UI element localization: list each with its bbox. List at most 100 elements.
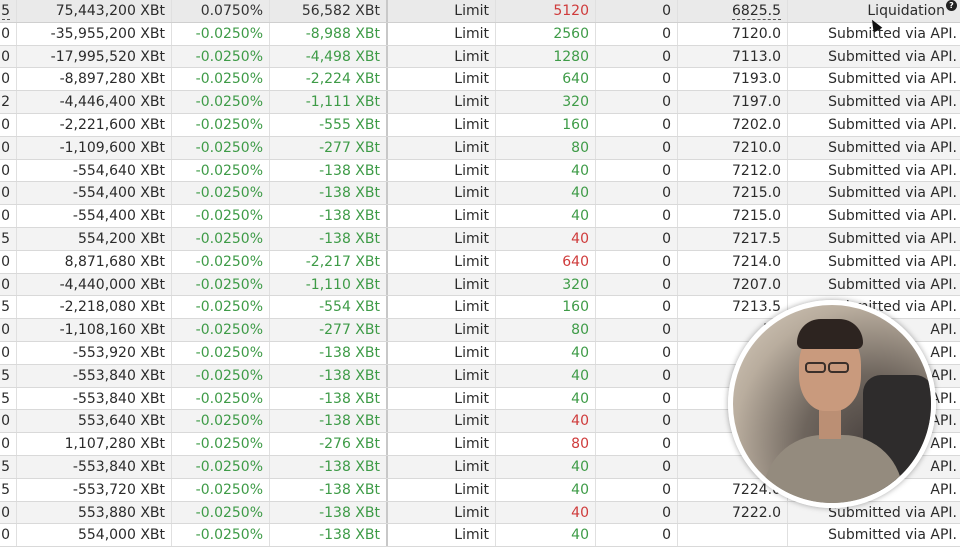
cell-quantity: 80: [496, 319, 596, 341]
cell-filled-text: 0: [662, 3, 671, 19]
cell-filled-text: 0: [662, 458, 671, 475]
cell-order-type-text: Limit: [454, 322, 489, 339]
cell-fee-rate: -0.0250%: [172, 319, 270, 341]
cell-fee-rate: -0.0250%: [172, 501, 270, 524]
cell-filled-text: 0: [662, 71, 671, 88]
cell-quantity: 160: [496, 113, 596, 136]
cell-fee-rate-text: -0.0250%: [195, 458, 263, 475]
cell-price: 7214.0: [678, 250, 788, 273]
table-row[interactable]: .0 -17,995,520 XBt -0.0250% -4,498 XBt Limit…: [0, 45, 960, 69]
cell-price-fragment: .5: [0, 478, 17, 501]
cell-value: -35,955,200 XBt: [17, 22, 172, 45]
cell-quantity-text: 40: [571, 230, 589, 247]
cell-fee-rate: -0.0250%: [172, 387, 270, 410]
cell-fee: -138 XBt: [270, 205, 388, 227]
cell-order-type-text: Limit: [454, 3, 489, 19]
cell-fee-rate-text: -0.0250%: [195, 367, 263, 384]
cell-fee-text: -138 XBt: [319, 185, 380, 202]
cell-text-text: Submitted via API.: [828, 276, 957, 293]
cell-price-text: 7202.0: [732, 116, 781, 133]
cell-text-text: Submitted via API.: [828, 139, 957, 156]
table-row[interactable]: .0 -554,400 XBt -0.0250% -138 XBt Limit 40 0 72…: [0, 205, 960, 228]
cell-fee-rate-text: -0.0250%: [195, 208, 263, 225]
cell-fee: -277 XBt: [270, 136, 388, 159]
table-row[interactable]: .0 -35,955,200 XBt -0.0250% -8,988 XBt Limit…: [0, 22, 960, 46]
cell-order-type-text: Limit: [454, 481, 489, 498]
cell-fee-rate-text: -0.0250%: [195, 481, 263, 498]
cell-fee-text: -138 XBt: [319, 458, 380, 475]
cell-value-text: -554,400 XBt: [72, 185, 165, 202]
cell-fee-rate-text: -0.0250%: [195, 139, 263, 156]
cell-filled: 0: [596, 113, 678, 136]
table-row[interactable]: .0 -554,400 XBt -0.0250% -138 XBt Limit 40 0 72…: [0, 182, 960, 206]
cell-fee: -4,498 XBt: [270, 45, 388, 68]
cell-quantity-text: 160: [562, 299, 589, 316]
table-row[interactable]: .5 554,200 XBt -0.0250% -138 XBt Limit 40 0 721…: [0, 227, 960, 251]
cell-fee-text: -1,111 XBt: [305, 94, 380, 111]
cell-fee-rate-text: -0.0250%: [195, 299, 263, 316]
cell-fee-rate: -0.0250%: [172, 364, 270, 387]
table-row[interactable]: .0 -8,897,280 XBt -0.0250% -2,224 XBt Limit 6…: [0, 68, 960, 92]
cell-fee-rate: -0.0250%: [172, 22, 270, 45]
cell-fee-text: -138 XBt: [319, 208, 380, 225]
cell-filled-text: 0: [662, 48, 671, 65]
cell-value: -8,897,280 XBt: [17, 68, 172, 91]
cell-price: 7222.0: [678, 501, 788, 524]
cell-value-text: 554,000 XBt: [77, 527, 165, 544]
cell-filled: 0: [596, 455, 678, 478]
cell-value-text: -4,440,000 XBt: [59, 276, 165, 293]
cell-value-text: 553,880 XBt: [77, 504, 165, 521]
cell-fee-rate-text: -0.0250%: [195, 94, 263, 111]
table-row[interactable]: .0 8,871,680 XBt -0.0250% -2,217 XBt Limit 64…: [0, 250, 960, 274]
cell-text: Submitted via API.: [788, 228, 960, 250]
cell-order-type-text: Limit: [454, 71, 489, 88]
cell-fee: -555 XBt: [270, 113, 388, 136]
cell-price-text: 7214.0: [732, 253, 781, 270]
cell-order-type-text: Limit: [454, 94, 489, 111]
cell-fee-rate: -0.0250%: [172, 524, 270, 547]
table-row[interactable]: .0 -1,109,600 XBt -0.0250% -277 XBt Limit 80 0…: [0, 136, 960, 160]
cell-value: -554,640 XBt: [17, 159, 172, 182]
cell-value: 1,107,280 XBt: [17, 433, 172, 455]
table-row[interactable]: .5 75,443,200 XBt 0.0750% 56,582 XBt Limit 51…: [0, 0, 960, 23]
table-row[interactable]: .0 -4,440,000 XBt -0.0250% -1,110 XBt Limit 3…: [0, 273, 960, 297]
cell-value-text: -553,840 XBt: [72, 458, 165, 475]
cell-filled-text: 0: [662, 299, 671, 316]
cell-fee: -1,111 XBt: [270, 91, 388, 113]
cell-filled-text: 0: [662, 367, 671, 384]
cell-value: -4,446,400 XBt: [17, 91, 172, 113]
cell-value: -2,218,080 XBt: [17, 296, 172, 319]
cell-quantity: 80: [496, 433, 596, 455]
cell-filled-text: 0: [662, 413, 671, 430]
cell-order-type: Limit: [388, 205, 496, 227]
cell-quantity-text: 40: [571, 458, 589, 475]
cell-fee-rate: -0.0250%: [172, 136, 270, 159]
cell-price-fragment: .0: [0, 45, 17, 68]
cell-price: 6825.5: [678, 0, 788, 22]
cell-order-type-text: Limit: [454, 390, 489, 407]
cell-fee-rate-text: -0.0250%: [195, 162, 263, 179]
cell-value: 8,871,680 XBt: [17, 250, 172, 273]
cell-quantity-text: 40: [571, 367, 589, 384]
table-row[interactable]: .2 -4,446,400 XBt -0.0250% -1,111 XBt Limit 3…: [0, 91, 960, 114]
cell-text-text: Submitted via API.: [828, 208, 957, 225]
question-mark-icon[interactable]: ?: [946, 0, 957, 11]
cell-text-text: API.: [930, 322, 957, 339]
cell-price-text: 7210.0: [732, 139, 781, 156]
cell-fee-rate: -0.0250%: [172, 45, 270, 68]
cell-price-fragment: .0: [0, 501, 17, 524]
cell-price-fragment: .0: [0, 22, 17, 45]
cell-fee: -1,110 XBt: [270, 273, 388, 296]
table-row[interactable]: .0 554,000 XBt -0.0250% -138 XBt Limit 40 0 Sub…: [0, 524, 960, 547]
cell-order-type: Limit: [388, 410, 496, 433]
table-row[interactable]: .0 -554,640 XBt -0.0250% -138 XBt Limit 40 0 72…: [0, 159, 960, 183]
cell-text: Submitted via API.: [788, 182, 960, 204]
cell-value-text: -4,446,400 XBt: [59, 94, 165, 111]
cell-price-fragment-text: .5: [0, 230, 10, 247]
cell-fee-text: -138 XBt: [319, 527, 380, 544]
cell-fee-text: -138 XBt: [319, 162, 380, 179]
cell-value-text: 553,640 XBt: [77, 413, 165, 430]
cell-fee-text: -555 XBt: [319, 116, 380, 133]
cell-fee: -138 XBt: [270, 410, 388, 433]
table-row[interactable]: .0 -2,221,600 XBt -0.0250% -555 XBt Limit 160…: [0, 113, 960, 137]
